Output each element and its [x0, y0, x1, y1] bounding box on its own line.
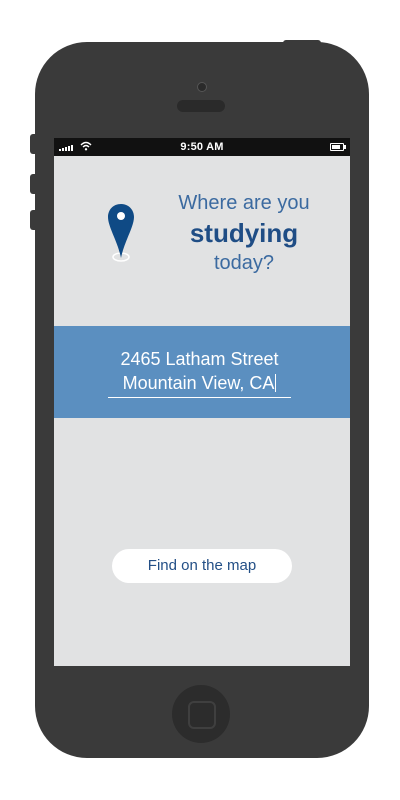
prompt-line-1: Where are you [178, 192, 310, 214]
text-caret [275, 374, 277, 392]
address-band: 2465 Latham Street Mountain View, CA [54, 326, 350, 418]
earpiece-speaker [177, 100, 225, 112]
find-on-map-button[interactable]: Find on the map [112, 549, 292, 583]
address-input[interactable]: 2465 Latham Street Mountain View, CA [108, 347, 291, 398]
address-line-2-wrap: Mountain View, CA [108, 371, 291, 395]
home-button[interactable] [172, 685, 230, 743]
home-square-icon [188, 701, 216, 729]
address-line-1: 2465 Latham Street [120, 349, 279, 369]
prompt-line-2: studying [189, 218, 299, 248]
phone-screen: 9:50 AM Where are you studying today? 24… [54, 138, 350, 666]
battery-icon [330, 143, 346, 151]
status-bar: 9:50 AM [54, 138, 350, 156]
front-camera [197, 82, 207, 92]
prompt-line-3: today? [213, 252, 275, 274]
address-line-2: Mountain View, CA [122, 373, 275, 393]
location-prompt: Where are you studying today? [154, 190, 334, 276]
location-pin-icon [108, 204, 134, 262]
status-time: 9:50 AM [180, 141, 224, 153]
